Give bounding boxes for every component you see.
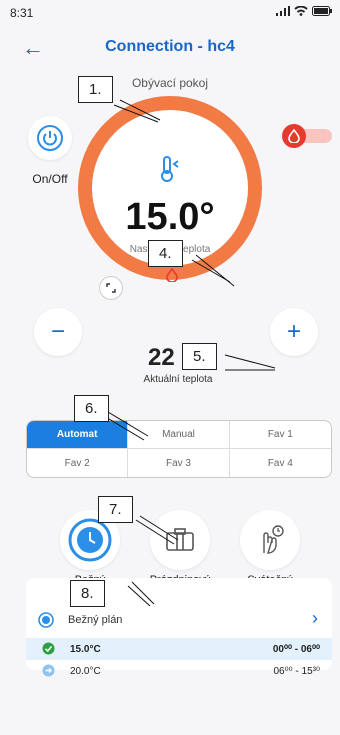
callout-1: 1. (78, 76, 113, 103)
callout-8: 8. (70, 580, 105, 607)
callout-6: 6. (74, 395, 109, 422)
callout-5: 5. (182, 343, 217, 370)
callout-lines (103, 99, 276, 607)
callout-4: 4. (148, 240, 183, 267)
callout-7: 7. (98, 496, 133, 523)
